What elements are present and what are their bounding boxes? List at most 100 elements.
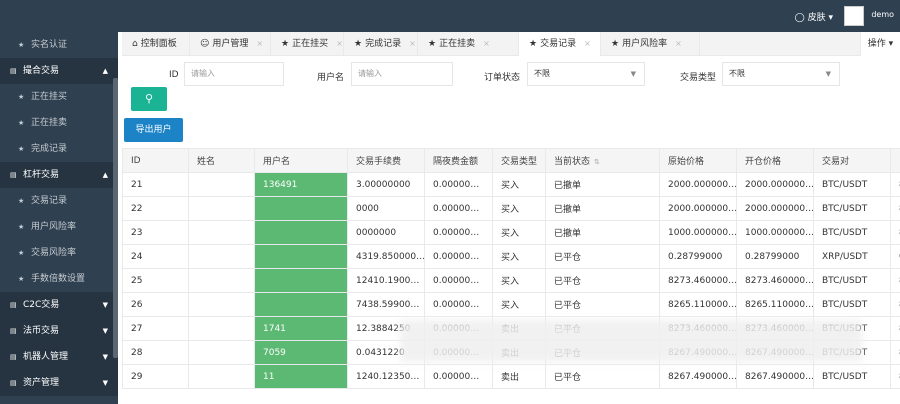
column-header[interactable]: 开仓价格 [736,148,814,173]
chevron-down-icon: ▼ [102,379,108,387]
trade-type-select[interactable]: 不限 ▼ [722,62,840,86]
table-cell: 81 [890,268,900,293]
tab[interactable]: ⌂ 控制面板 [122,32,190,56]
table-cell: 0.28799000 [736,244,814,269]
sidebar-item[interactable]: ▤ 机器人管理 ▼ [0,344,118,370]
robot-icon: ▤ [10,353,17,361]
table-cell [254,244,348,269]
table-cell: 2000.000000… [736,196,814,221]
tab[interactable]: ★ 完成记录 × [344,32,418,56]
table-cell [188,196,255,221]
lever-icon: ▤ [10,171,17,179]
tab[interactable]: ★ 正在挂买 × [271,32,344,56]
close-icon[interactable]: × [409,39,416,48]
table-row[interactable]: 23 0000000 0.00000… 买入 已撤单 1000.000000… 1000.0… [122,220,900,245]
table-row[interactable]: 29 11 1240.12350… 0.00000… 卖出 已平仓 8267.490000…… [122,364,900,389]
sidebar-item-label: 杠杆交易 [23,170,60,180]
sidebar-item[interactable]: ▤ 杠杆交易 ▲ [0,162,118,188]
avatar[interactable] [844,6,864,26]
table-cell: 0.00000… [424,268,493,293]
sidebar-item[interactable]: ▤ 资产管理 ▼ [0,370,118,396]
sidebar-scrollbar[interactable] [113,78,118,358]
search-button[interactable]: ⚲ [131,87,167,111]
close-icon[interactable]: × [256,39,263,48]
sidebar-item[interactable]: ★ 手数倍数设置 [0,266,118,292]
column-header[interactable]: 交易对 [813,148,891,173]
table-row[interactable]: 21 136491 3.00000000 0.00000… 买入 已撤单 2000.0000… [122,172,900,197]
table-cell: 0.00000… [424,172,493,197]
search-icon: ⚲ [144,92,154,105]
tab[interactable]: ☺ 用户管理 × [190,32,271,56]
table-cell [188,244,255,269]
tab[interactable]: ★ 用户风险率 × [601,32,700,56]
close-icon[interactable]: × [483,39,490,48]
tab[interactable]: ★ 交易记录 × [519,32,601,56]
username[interactable]: demo [871,10,894,19]
sidebar-item[interactable]: ★ 完成记录 [0,136,118,162]
column-header[interactable]: 交易类型 [492,148,546,173]
table-cell: 8273.460000… [659,268,737,293]
trade-records-table: ID姓名用户名 交易手续费隔夜费金额交易类型当前状态⇅原始价格开仓价格交易对当 2… [122,148,900,404]
close-icon[interactable]: × [584,39,591,48]
column-header[interactable]: 原始价格 [659,148,737,173]
sidebar-item[interactable]: ★ 实名认证 [0,32,118,58]
export-users-button[interactable]: 导出用户 [124,118,183,142]
sidebar-item[interactable]: ▤ 撮合交易 ▲ [0,58,118,84]
skin-label: 皮肤 [807,13,826,23]
order-status-select[interactable]: 不限 ▼ [527,62,645,86]
skin-menu[interactable]: ◯ 皮肤 ▾ [795,10,833,23]
sidebar-item[interactable]: ★ 用户风险率 [0,214,118,240]
column-header[interactable]: 隔夜费金额 [424,148,493,173]
id-input[interactable]: 请输入 [184,62,284,86]
tab[interactable]: ★ 正在挂卖 × [418,32,519,56]
table-cell: 2000.000000… [736,172,814,197]
table-cell: 8273.460000… [736,268,814,293]
table-cell: 29 [122,364,189,389]
table-cell: 已撤单 [545,172,660,197]
table-cell: 0. [890,244,900,269]
column-header-label: 交易类型 [501,157,538,167]
table-cell: 8265.110000… [736,292,814,317]
table-cell: 2000.000000… [659,172,737,197]
sidebar-item-label: C2C交易 [23,300,60,310]
sidebar-item-label: 资产管理 [23,378,60,388]
column-header[interactable]: 当 [890,148,900,173]
column-header[interactable]: 交易手续费 [347,148,425,173]
sidebar-item[interactable]: ▤ 法币交易 ▼ [0,318,118,344]
chevron-down-icon: ▼ [102,353,108,361]
table-row[interactable]: 24 4319.850000… 0.00000… 买入 已平仓 0.28799000 0.2… [122,244,900,269]
username-filter-label: 用户名 [317,73,345,83]
table-cell: 4319.850000… [347,244,425,269]
column-header[interactable]: ID [122,148,189,173]
sort-icon[interactable]: ⇅ [594,158,600,166]
table-cell: 23 [122,220,189,245]
table-cell: 26 [122,292,189,317]
column-header[interactable]: 当前状态 ⇅ [545,148,660,173]
table-row[interactable]: 25 12410.1900… 0.00000… 买入 已平仓 8273.460000… 82… [122,268,900,293]
sidebar-item[interactable]: ★ 交易记录 [0,188,118,214]
sidebar-item[interactable]: ★ 正在挂卖 [0,110,118,136]
sidebar-item-label: 完成记录 [31,144,68,154]
star-icon: ★ [18,145,25,153]
tab-ops-button[interactable]: 操作 ▾ [860,32,900,56]
id-card-icon: ★ [18,41,25,49]
close-icon[interactable]: × [336,39,343,48]
table-cell: 2000.000000… [659,196,737,221]
username-input[interactable]: 请输入 [351,62,453,86]
sidebar-item[interactable]: ★ 交易风险率 [0,240,118,266]
table-cell: 买入 [492,220,546,245]
order-status-value: 不限 [534,69,550,78]
close-icon[interactable]: × [675,39,682,48]
sidebar-item[interactable]: ▤ C2C交易 ▼ [0,292,118,318]
table-row[interactable]: 22 0000 0.00000… 买入 已撤单 2000.000000… 2000.0000… [122,196,900,221]
table-row[interactable]: 26 7438.59900… 0.00000… 买入 已平仓 8265.110000… 82… [122,292,900,317]
id-filter-label: ID [169,70,179,80]
sidebar-item-label: 法币交易 [23,326,60,336]
tab-label: 正在挂买 [292,39,329,49]
column-header[interactable]: 用户名 [254,148,348,173]
column-header[interactable]: 姓名 [188,148,255,173]
sidebar-item[interactable]: ★ 正在挂买 [0,84,118,110]
column-header-label: 用户名 [263,157,291,167]
table-cell: 27 [122,316,189,341]
tab-label: 用户管理 [212,39,249,49]
